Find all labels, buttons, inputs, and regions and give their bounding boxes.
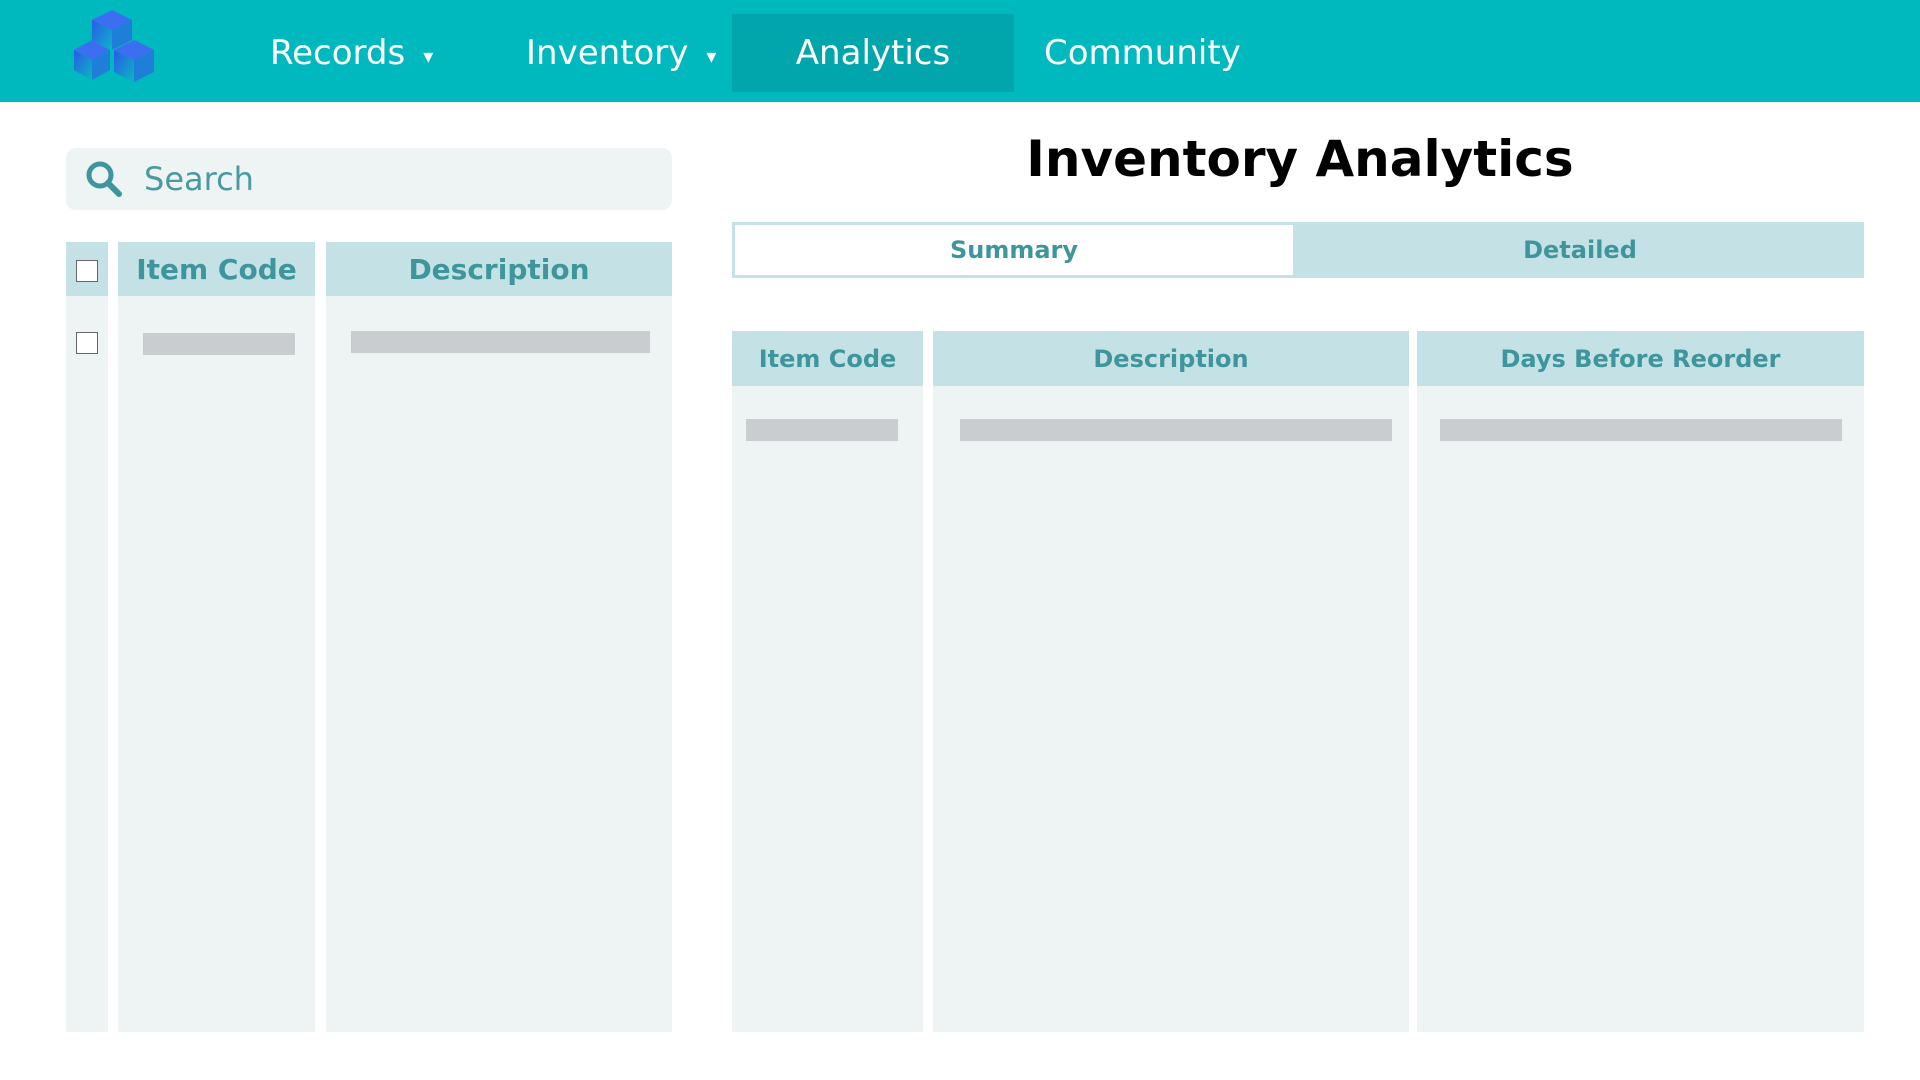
days-before-reorder-header[interactable]: Days Before Reorder (1417, 331, 1864, 386)
item-code-column (118, 242, 315, 1032)
select-column (66, 242, 108, 1032)
nav-inventory[interactable]: Inventory ▾ (526, 14, 726, 92)
description-column (326, 242, 672, 1032)
row-checkbox[interactable] (76, 332, 98, 354)
search-icon (86, 161, 122, 197)
top-nav-bar: Records ▾ Inventory ▾ Analytics Communit… (0, 0, 1920, 102)
analytics-item-code-placeholder (746, 419, 898, 441)
logo-icon[interactable] (72, 6, 182, 94)
nav-analytics-label: Analytics (795, 33, 951, 73)
days-before-reorder-placeholder (1440, 419, 1842, 441)
search-input[interactable] (144, 160, 624, 198)
nav-records[interactable]: Records ▾ (270, 14, 440, 92)
nav-community-label: Community (1044, 33, 1241, 73)
page-title: Inventory Analytics (1026, 130, 1574, 188)
chevron-down-icon: ▾ (706, 44, 717, 68)
select-all-checkbox[interactable] (76, 260, 98, 282)
nav-community[interactable]: Community (1044, 14, 1264, 92)
tab-summary[interactable]: Summary (732, 222, 1296, 278)
tab-detailed[interactable]: Detailed (1296, 222, 1864, 278)
item-code-placeholder (143, 333, 295, 355)
description-placeholder (351, 331, 650, 353)
nav-inventory-label: Inventory (526, 33, 689, 73)
nav-analytics[interactable]: Analytics (732, 14, 1014, 92)
chevron-down-icon: ▾ (423, 44, 434, 68)
item-code-header[interactable]: Item Code (118, 242, 315, 296)
view-tabs: Summary Detailed (732, 222, 1864, 278)
analytics-description-header[interactable]: Description (933, 331, 1409, 386)
nav-records-label: Records (270, 33, 406, 73)
analytics-description-placeholder (960, 419, 1392, 441)
analytics-item-code-header[interactable]: Item Code (732, 331, 923, 386)
description-header[interactable]: Description (326, 242, 672, 296)
search-bar (66, 148, 672, 210)
